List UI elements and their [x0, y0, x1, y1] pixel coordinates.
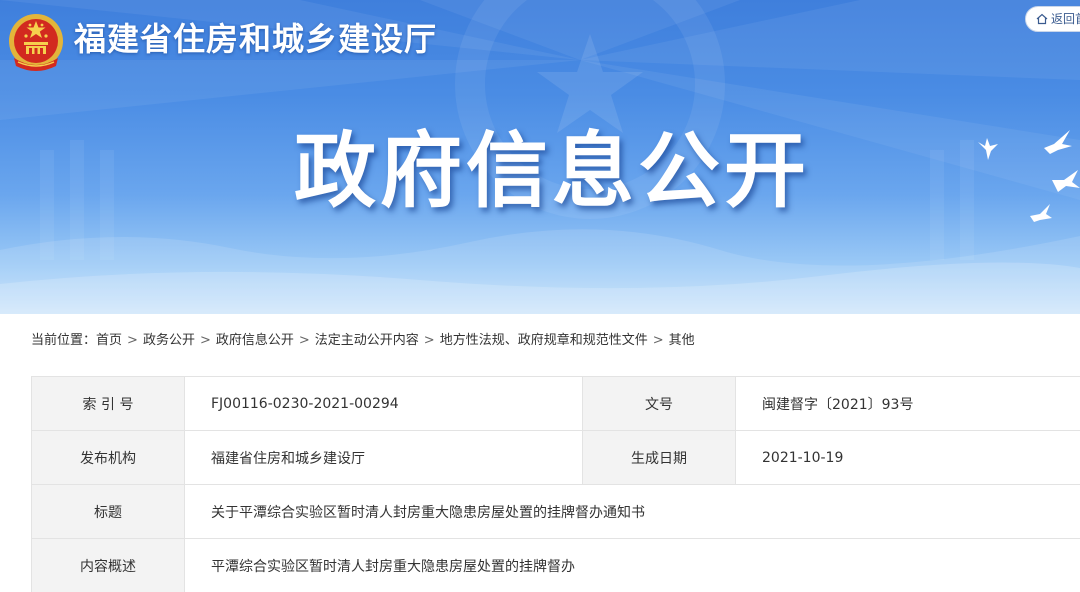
breadcrumb-item-regulations[interactable]: 地方性法规、政府规章和规范性文件: [440, 333, 648, 348]
index-number-label: 索 引 号: [31, 376, 185, 431]
site-title[interactable]: 福建省住房和城乡建设厅: [74, 16, 437, 62]
breadcrumb-item-other[interactable]: 其他: [669, 333, 695, 348]
breadcrumb-item-statutory-content[interactable]: 法定主动公开内容: [315, 333, 419, 348]
breadcrumb-separator: >: [652, 333, 664, 348]
table-row: 内容概述 平潭综合实验区暂时清人封房重大隐患房屋处置的挂牌督办: [31, 538, 1080, 592]
table-row: 标题 关于平潭综合实验区暂时清人封房重大隐患房屋处置的挂牌督办通知书: [31, 484, 1080, 539]
summary-label: 内容概述: [31, 538, 185, 592]
breadcrumb-separator: >: [423, 333, 435, 348]
back-home-button[interactable]: 返回首页: [1025, 6, 1080, 32]
table-row: 索 引 号 FJ00116-0230-2021-00294 文号 闽建督字〔20…: [31, 376, 1080, 431]
home-icon: [1036, 13, 1048, 25]
breadcrumb: 当前位置：首页 > 政务公开 > 政府信息公开 > 法定主动公开内容 > 地方性法规、政府规章和…: [31, 330, 695, 352]
document-number-label: 文号: [582, 376, 736, 431]
date-value: 2021-10-19: [735, 430, 1080, 485]
breadcrumb-separator: >: [199, 333, 211, 348]
publisher-value: 福建省住房和城乡建设厅: [184, 430, 583, 485]
document-info-table: 索 引 号 FJ00116-0230-2021-00294 文号 闽建督字〔20…: [31, 376, 1080, 592]
publisher-label: 发布机构: [31, 430, 185, 485]
document-number-value: 闽建督字〔2021〕93号: [735, 376, 1080, 431]
breadcrumb-separator: >: [298, 333, 310, 348]
index-number-value: FJ00116-0230-2021-00294: [184, 376, 583, 431]
dove-icon: [978, 138, 998, 160]
title-value: 关于平潭综合实验区暂时清人封房重大隐患房屋处置的挂牌督办通知书: [184, 484, 1080, 539]
date-label: 生成日期: [582, 430, 736, 485]
breadcrumb-item-home[interactable]: 首页: [96, 333, 122, 348]
dove-icon: [1030, 204, 1052, 222]
breadcrumb-prefix: 当前位置：: [31, 333, 97, 348]
hero-title: 政府信息公开: [294, 124, 811, 219]
back-home-label: 返回首页: [1051, 12, 1080, 26]
dove-icon: [1052, 170, 1080, 192]
dove-icon: [1044, 130, 1072, 154]
breadcrumb-item-gov-affairs[interactable]: 政务公开: [143, 333, 195, 348]
national-emblem-icon: [9, 14, 63, 71]
breadcrumb-item-gov-info-disclosure[interactable]: 政府信息公开: [216, 333, 294, 348]
table-row: 发布机构 福建省住房和城乡建设厅 生成日期 2021-10-19: [31, 430, 1080, 485]
breadcrumb-separator: >: [127, 333, 138, 348]
summary-value: 平潭综合实验区暂时清人封房重大隐患房屋处置的挂牌督办: [184, 538, 1080, 592]
header-banner: 福建省住房和城乡建设厅 返回首页 政府信息公开: [0, 0, 1080, 314]
title-label: 标题: [31, 484, 185, 539]
